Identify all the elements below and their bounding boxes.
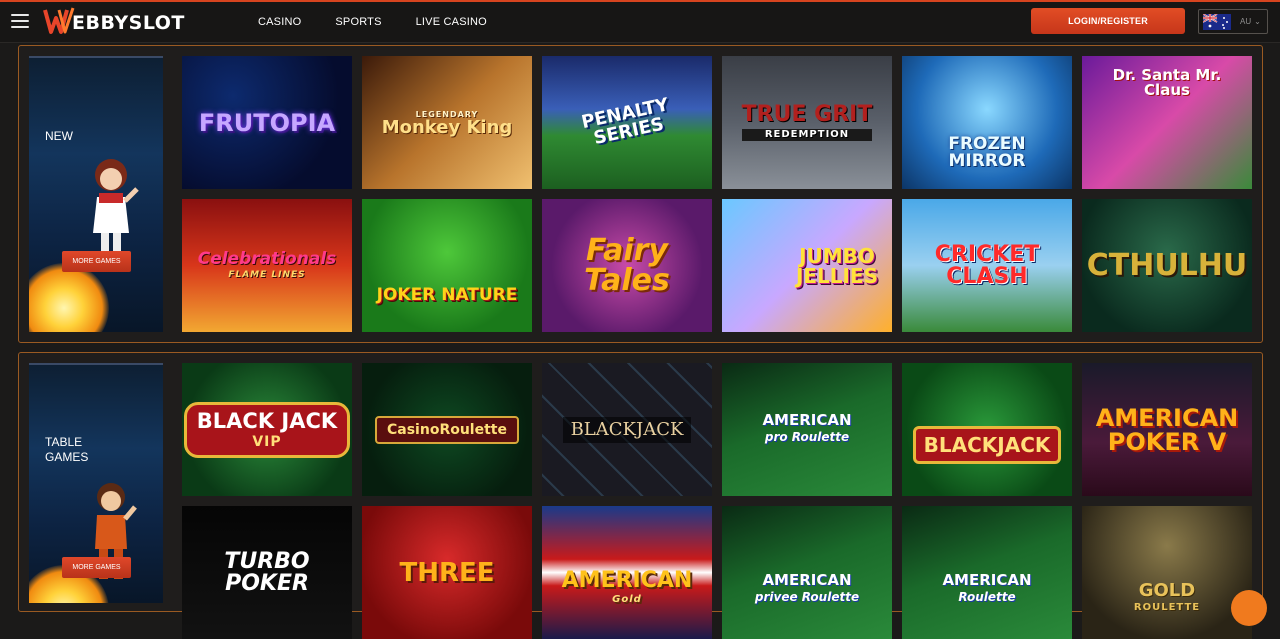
menu-icon[interactable] — [11, 14, 29, 28]
top-bar: EBBYSLOT CASINO SPORTS LIVE CASINO LOGIN… — [0, 0, 1280, 43]
game-subtitle: Gold — [612, 594, 642, 605]
logo-text: EBBYSLOT — [72, 11, 185, 34]
game-tile[interactable]: JUMBO JELLIES — [722, 199, 892, 332]
games-section-new: NEW MORE GAMES FRUTOPIA LEGENDARY Monkey … — [18, 45, 1263, 343]
game-title: CRICKET CLASH — [934, 241, 1040, 289]
game-title: TRUE GRIT — [741, 102, 873, 127]
game-title: AMERICAN — [762, 410, 852, 429]
game-title: THREE — [399, 557, 495, 588]
game-tile[interactable]: BLACKJACK — [542, 363, 712, 496]
game-tile[interactable]: FRUTOPIA — [182, 56, 352, 189]
australia-flag-icon — [1203, 13, 1231, 30]
nav-live-casino[interactable]: LIVE CASINO — [416, 16, 487, 28]
category-promo-table-games[interactable]: TABLE GAMES MORE GAMES — [29, 363, 163, 603]
game-title: CasinoRoulette — [375, 415, 519, 444]
game-title: TURBO POKER — [224, 548, 310, 596]
game-tile[interactable]: TRUE GRIT REDEMPTION — [722, 56, 892, 189]
game-tile[interactable]: LEGENDARY Monkey King — [362, 56, 532, 189]
game-tile[interactable]: Dr. Santa Mr. Claus — [1082, 56, 1252, 189]
accent-line — [0, 0, 1280, 2]
game-title: BLACKJACK — [562, 416, 692, 443]
game-subtitle: privee Roulette — [754, 589, 860, 604]
site-logo[interactable]: EBBYSLOT — [43, 6, 185, 36]
game-title: JUMBO JELLIES — [795, 243, 879, 288]
game-subtitle: ROULETTE — [1133, 602, 1201, 613]
login-register-button[interactable]: LOGIN/REGISTER — [1031, 8, 1185, 34]
game-title: PENALTY SERIES — [579, 93, 671, 149]
category-promo-new[interactable]: NEW MORE GAMES — [29, 56, 163, 332]
game-tile[interactable]: BLACK JACK VIP — [182, 363, 352, 496]
game-tile[interactable]: THREE — [362, 506, 532, 639]
girl-mascot-icon — [93, 159, 139, 259]
game-title: AMERICAN — [561, 568, 693, 593]
nav-sports[interactable]: SPORTS — [335, 16, 381, 28]
game-title: BLACK JACK — [196, 408, 338, 433]
scroll-to-top-button[interactable] — [1231, 590, 1267, 626]
game-tile[interactable]: JOKER NATURE — [362, 199, 532, 332]
game-tile[interactable]: AMERICAN Gold — [542, 506, 712, 639]
game-subtitle: FLAME LINES — [228, 270, 306, 280]
more-games-button[interactable]: MORE GAMES — [62, 251, 131, 272]
chevron-down-icon: ⌄ — [1254, 17, 1261, 26]
game-tile[interactable]: Celebrationals FLAME LINES — [182, 199, 352, 332]
more-games-button[interactable]: MORE GAMES — [62, 557, 131, 578]
game-title: AMERICAN POKER V — [1095, 403, 1239, 456]
game-title: Monkey King — [381, 117, 513, 138]
game-tile[interactable]: AMERICAN POKER V — [1082, 363, 1252, 496]
game-title: AMERICAN — [942, 570, 1032, 589]
category-title: NEW — [45, 129, 73, 143]
game-tile[interactable]: CTHULHU — [1082, 199, 1252, 332]
nav-casino[interactable]: CASINO — [258, 16, 301, 28]
game-tile[interactable]: TURBO POKER — [182, 506, 352, 639]
language-selector[interactable]: AU ⌄ — [1198, 9, 1268, 34]
game-title: GOLD — [1138, 580, 1196, 601]
game-subtitle: pro Roulette — [764, 429, 850, 444]
game-title: BLACKJACK — [912, 425, 1062, 464]
sun-graphic-icon — [29, 263, 109, 332]
games-section-table-games: TABLE GAMES MORE GAMES BLACK JACK VIP Cas… — [18, 352, 1263, 639]
game-tile[interactable]: AMERICAN pro Roulette — [722, 363, 892, 496]
game-title: Fairy Tales — [584, 232, 670, 298]
game-title: Celebrationals — [197, 249, 337, 269]
game-title: Dr. Santa Mr. Claus — [1112, 65, 1222, 99]
game-subtitle: Roulette — [958, 589, 1016, 604]
game-title: FRUTOPIA — [198, 108, 336, 137]
game-tile[interactable]: Fairy Tales — [542, 199, 712, 332]
game-title: CTHULHU — [1086, 247, 1248, 283]
game-tile[interactable]: AMERICAN privee Roulette — [722, 506, 892, 639]
category-title: TABLE GAMES — [45, 435, 89, 464]
game-subtitle: VIP — [252, 433, 282, 450]
game-tile[interactable]: CasinoRoulette — [362, 363, 532, 496]
game-subtitle: REDEMPTION — [741, 129, 873, 141]
game-tile[interactable]: PENALTY SERIES — [542, 56, 712, 189]
game-title: JOKER NATURE — [376, 285, 518, 305]
game-tile[interactable]: FROZEN MIRROR — [902, 56, 1072, 189]
game-title: AMERICAN — [762, 570, 852, 589]
game-tile[interactable]: BLACKJACK — [902, 363, 1072, 496]
main-nav: CASINO SPORTS LIVE CASINO — [258, 0, 521, 43]
game-title: FROZEN MIRROR — [948, 133, 1026, 171]
game-tile[interactable]: GOLD ROULETTE — [1082, 506, 1252, 639]
language-code: AU — [1240, 17, 1252, 26]
game-tile[interactable]: AMERICAN Roulette — [902, 506, 1072, 639]
game-tile[interactable]: CRICKET CLASH — [902, 199, 1072, 332]
